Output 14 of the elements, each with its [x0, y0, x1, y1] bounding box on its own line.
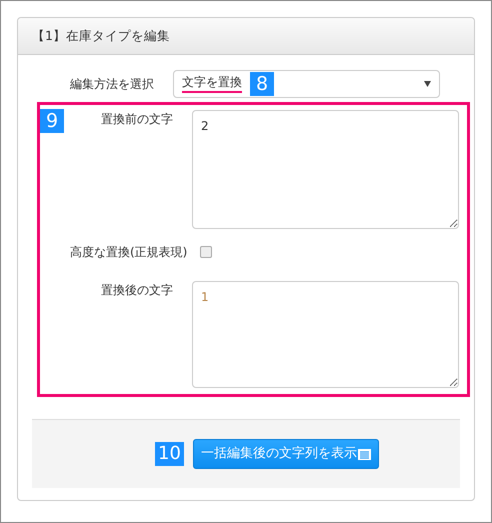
callout-badge: 8: [250, 72, 274, 96]
field-label: 高度な置換(正規表現): [70, 244, 188, 261]
callout-badge: 9: [40, 109, 64, 133]
field-label: 置換前の文字: [100, 111, 174, 128]
selected-value: 文字を置換: [182, 75, 242, 93]
field-label: 編集方法を選択: [69, 76, 155, 93]
checkbox[interactable]: [200, 246, 212, 258]
field-label: 置換後の文字: [100, 282, 174, 299]
caret-icon: [424, 81, 431, 87]
callout-badge: 10: [155, 442, 184, 466]
panel-title: 【1】在庫タイプを編集: [32, 26, 170, 45]
list-icon: [358, 448, 371, 460]
text-area[interactable]: 2: [192, 110, 459, 229]
select-field[interactable]: 文字を置換 8: [173, 70, 440, 98]
